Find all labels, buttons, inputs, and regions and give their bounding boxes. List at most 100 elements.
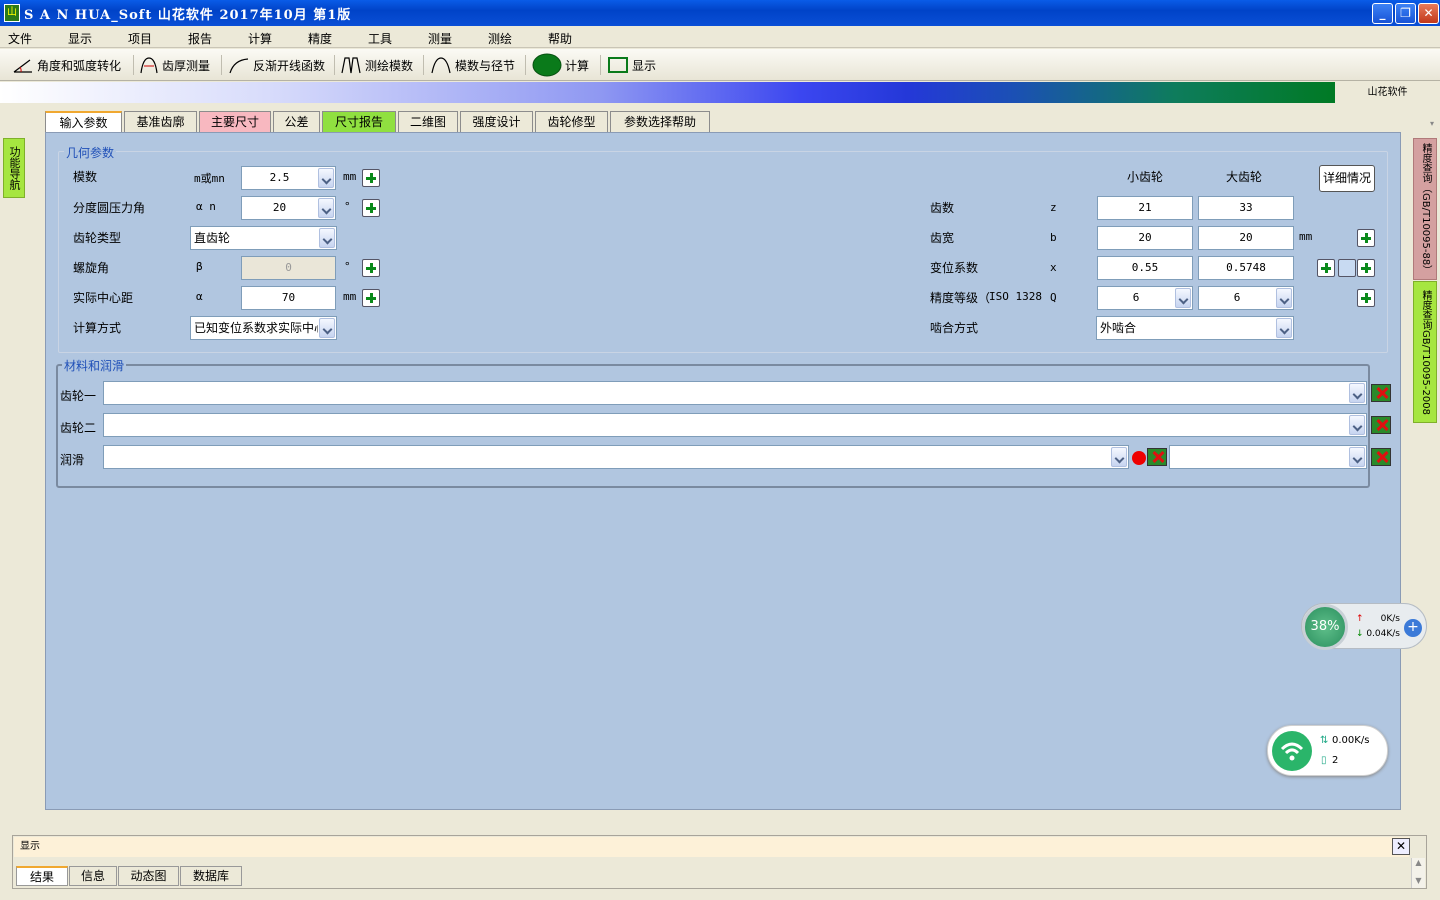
display-button[interactable]: 显示 bbox=[607, 53, 656, 77]
chevron-down-icon[interactable] bbox=[318, 198, 334, 218]
inverse-involute-button[interactable]: 反渐开线函数 bbox=[228, 53, 325, 77]
big-teeth-input[interactable]: 33 bbox=[1198, 196, 1294, 220]
chevron-down-icon[interactable] bbox=[1349, 415, 1365, 435]
face-width-add-button[interactable] bbox=[1357, 229, 1375, 247]
chevron-down-icon[interactable] bbox=[319, 318, 335, 338]
toolbar-separator bbox=[525, 55, 526, 75]
tab-modification[interactable]: 齿轮修型 bbox=[535, 111, 608, 133]
precision-query-88-tab[interactable]: 精度查询（GB/T10095-88） bbox=[1413, 138, 1437, 280]
minimize-button[interactable]: _ bbox=[1372, 3, 1393, 24]
center-distance-label: 实际中心距 bbox=[73, 291, 134, 305]
chevron-down-icon[interactable] bbox=[1276, 288, 1292, 308]
small-gear-header: 小齿轮 bbox=[1127, 170, 1164, 184]
module-add-button[interactable] bbox=[362, 169, 380, 187]
toolbar-separator bbox=[334, 55, 335, 75]
wifi-device-count: 2 bbox=[1332, 755, 1339, 766]
small-shift-input[interactable]: 0.55 bbox=[1097, 256, 1193, 280]
tab-tolerance[interactable]: 公差 bbox=[273, 111, 320, 133]
tab-strength[interactable]: 强度设计 bbox=[460, 111, 533, 133]
shift-blank-button[interactable] bbox=[1338, 259, 1356, 277]
upload-arrow-icon: ↑ bbox=[1356, 614, 1364, 624]
menu-calc[interactable]: 计算 bbox=[248, 30, 272, 47]
gear2-material-combo[interactable] bbox=[103, 413, 1367, 437]
gear2-material-clear-button[interactable] bbox=[1371, 416, 1391, 434]
gear1-material-combo[interactable] bbox=[103, 381, 1367, 405]
survey-module-button[interactable]: 测绘模数 bbox=[340, 53, 413, 77]
pressure-angle-add-button[interactable] bbox=[362, 199, 380, 217]
tab-2d-drawing[interactable]: 二维图 bbox=[398, 111, 458, 133]
center-distance-add-button[interactable] bbox=[362, 289, 380, 307]
precision-query-2008-tab[interactable]: 精度查询GB/T10095-2008 bbox=[1413, 281, 1437, 423]
chevron-down-icon[interactable] bbox=[318, 168, 334, 188]
small-teeth-input[interactable]: 21 bbox=[1097, 196, 1193, 220]
network-speed-widget[interactable]: 38% ↑ 0K/s ↓ 0.04K/s + bbox=[1301, 603, 1427, 650]
module-pitch-button[interactable]: 模数与径节 bbox=[430, 53, 515, 77]
tab-database[interactable]: 数据库 bbox=[180, 866, 242, 886]
menu-report[interactable]: 报告 bbox=[188, 30, 212, 47]
shift-add-button-2[interactable] bbox=[1357, 259, 1375, 277]
tab-base-profile[interactable]: 基准齿廓 bbox=[124, 111, 197, 133]
small-width-input[interactable]: 20 bbox=[1097, 226, 1193, 250]
wifi-widget[interactable]: ⇅ 0.00K/s ▯ 2 bbox=[1267, 725, 1388, 776]
tab-size-report[interactable]: 尺寸报告 bbox=[322, 111, 396, 133]
lubrication-clear-button[interactable] bbox=[1147, 448, 1167, 466]
restore-button[interactable]: ❐ bbox=[1395, 3, 1416, 24]
angle-convert-button[interactable]: 角度和弧度转化 bbox=[12, 53, 121, 77]
chevron-down-icon[interactable] bbox=[1349, 383, 1365, 403]
tab-info[interactable]: 信息 bbox=[69, 866, 117, 886]
mesh-type-combo[interactable]: 外啮合 bbox=[1096, 316, 1294, 340]
chevron-down-icon[interactable] bbox=[319, 228, 335, 248]
big-width-input[interactable]: 20 bbox=[1198, 226, 1294, 250]
download-speed: 0.04K/s bbox=[1366, 629, 1400, 639]
lubrication-viscosity-combo[interactable] bbox=[1169, 445, 1367, 469]
tab-animation[interactable]: 动态图 bbox=[118, 866, 179, 886]
pressure-angle-unit: ° bbox=[344, 200, 351, 213]
app-window: 山 S A N HUA_Soft 山花软件 2017年10月 第1版 _ ❐ ✕… bbox=[0, 0, 1440, 900]
chevron-down-icon[interactable] bbox=[1276, 318, 1292, 338]
gear-type-combo[interactable]: 直齿轮 bbox=[190, 226, 337, 250]
wifi-speed: 0.00K/s bbox=[1332, 735, 1370, 746]
close-button[interactable]: ✕ bbox=[1418, 3, 1439, 24]
plus-circle-icon[interactable]: + bbox=[1404, 619, 1422, 637]
menu-tools[interactable]: 工具 bbox=[368, 30, 392, 47]
function-nav-tab[interactable]: 功能导航 bbox=[3, 138, 25, 198]
tab-param-help[interactable]: 参数选择帮助 bbox=[610, 111, 710, 133]
grade-add-button[interactable] bbox=[1357, 289, 1375, 307]
pressure-angle-combo[interactable]: 20 bbox=[241, 196, 336, 220]
lubrication-viscosity-clear-button[interactable] bbox=[1371, 448, 1391, 466]
menu-view[interactable]: 显示 bbox=[68, 30, 92, 47]
chevron-down-icon[interactable] bbox=[1111, 447, 1127, 467]
tooth-thickness-button[interactable]: 齿厚测量 bbox=[139, 53, 210, 77]
menu-project[interactable]: 项目 bbox=[128, 30, 152, 47]
big-shift-input[interactable]: 0.5748 bbox=[1198, 256, 1294, 280]
app-icon[interactable]: 山 bbox=[4, 4, 20, 22]
calc-method-combo[interactable]: 已知变位系数求实际中心距 bbox=[190, 316, 337, 340]
menu-help[interactable]: 帮助 bbox=[548, 30, 572, 47]
output-scrollbar[interactable]: ▲ ▼ bbox=[1411, 858, 1425, 888]
output-close-button[interactable]: ✕ bbox=[1392, 838, 1410, 855]
menu-survey[interactable]: 测绘 bbox=[488, 30, 512, 47]
menu-measure[interactable]: 测量 bbox=[428, 30, 452, 47]
output-panel: 显示 ✕ 结果 信息 动态图 数据库 ▲ ▼ bbox=[12, 835, 1427, 889]
center-distance-input[interactable]: 70 bbox=[241, 286, 336, 310]
helix-angle-input[interactable]: 0 bbox=[241, 256, 336, 280]
helix-angle-add-button[interactable] bbox=[362, 259, 380, 277]
toolbar-separator bbox=[133, 55, 134, 75]
menu-precision[interactable]: 精度 bbox=[308, 30, 332, 47]
big-grade-combo[interactable]: 6 bbox=[1198, 286, 1294, 310]
module-combo[interactable]: 2.5 bbox=[241, 166, 336, 190]
tab-main-dims[interactable]: 主要尺寸 bbox=[199, 111, 271, 133]
small-grade-combo[interactable]: 6 bbox=[1097, 286, 1193, 310]
chevron-down-icon[interactable] bbox=[1175, 288, 1191, 308]
calculate-button[interactable]: 计算 bbox=[532, 53, 589, 77]
menu-file[interactable]: 文件 bbox=[8, 30, 32, 47]
shift-add-button[interactable] bbox=[1317, 259, 1335, 277]
teeth-label: 齿数 bbox=[930, 201, 955, 215]
lubrication-combo[interactable] bbox=[103, 445, 1129, 469]
gear1-material-clear-button[interactable] bbox=[1371, 384, 1391, 402]
chevron-down-icon[interactable] bbox=[1349, 447, 1365, 467]
material-legend: 材料和润滑 bbox=[62, 357, 127, 374]
details-button[interactable]: 详细情况 bbox=[1319, 165, 1375, 192]
tab-results[interactable]: 结果 bbox=[16, 866, 68, 886]
tab-input-params[interactable]: 输入参数 bbox=[45, 111, 122, 134]
